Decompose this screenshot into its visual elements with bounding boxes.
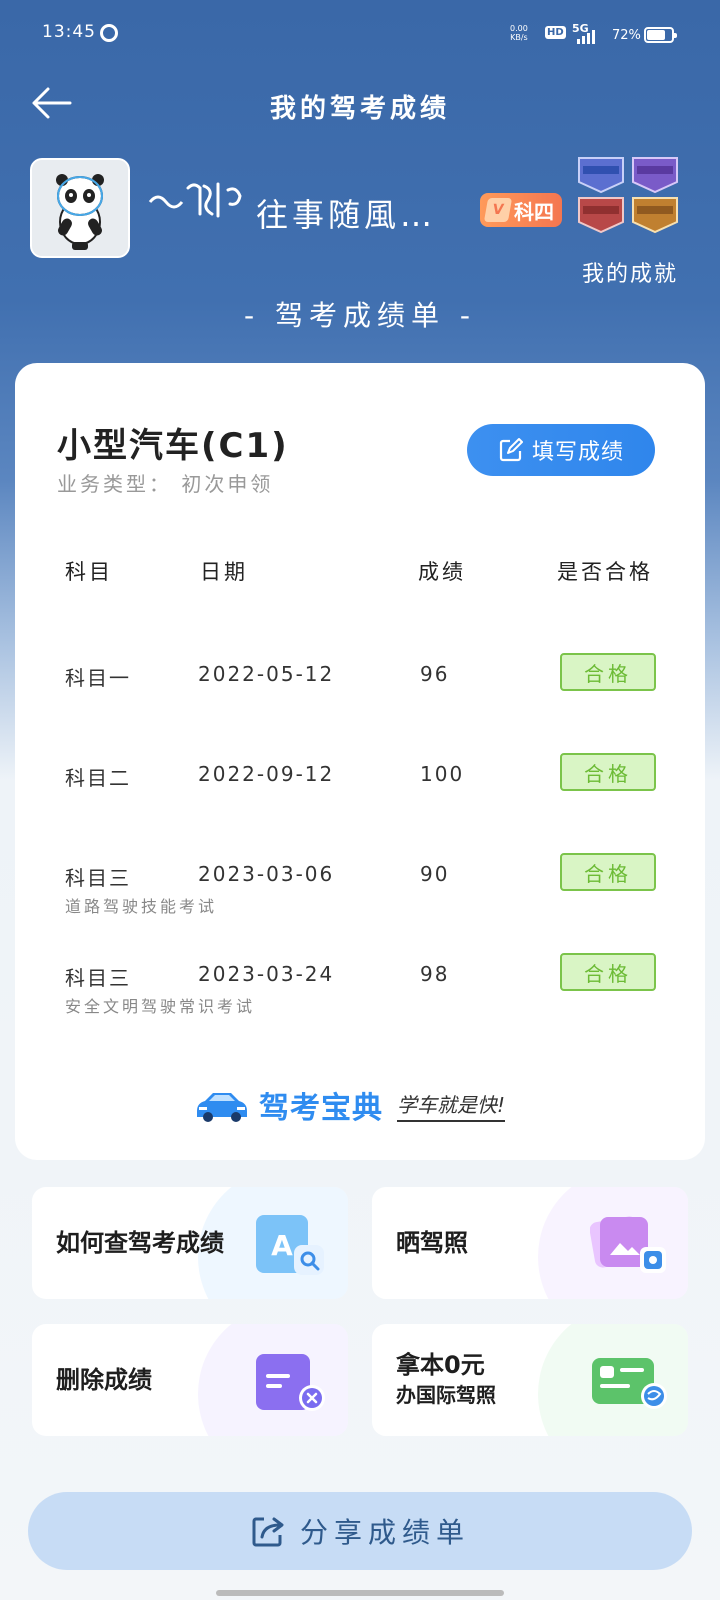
row-1-subject: 科目一 <box>65 666 131 690</box>
row-4-subject: 科目三 <box>65 966 131 990</box>
net-speed: 0.00 KB/s <box>510 24 528 42</box>
fill-score-button[interactable]: 填写成绩 <box>467 424 655 476</box>
svg-text:A: A <box>271 1229 293 1262</box>
username: 往事随風… <box>256 196 437 234</box>
achievements-link[interactable]: 我的成就 <box>575 256 685 288</box>
fill-score-label: 填写成绩 <box>531 440 624 465</box>
col-score: 成绩 <box>418 560 466 584</box>
row-2-subject: 科目二 <box>65 766 131 790</box>
row-1-score: 96 <box>420 662 450 686</box>
level-badge-text: 科四 <box>514 199 554 224</box>
col-result: 是否合格 <box>557 560 653 584</box>
tibetan-ornament-icon <box>148 182 242 218</box>
tile-international-license[interactable]: 拿本0元 办国际驾照 <box>372 1324 688 1436</box>
battery-icon <box>644 27 677 43</box>
app-notification-icon <box>100 24 118 42</box>
row-2-date: 2022-09-12 <box>198 762 335 786</box>
section-title: - 驾考成绩单 - <box>243 299 476 332</box>
row-4-date: 2023-03-24 <box>198 962 335 986</box>
brand-slogan: 学车就是快! <box>397 1089 506 1122</box>
tile-international-license-line2: 办国际驾照 <box>396 1383 496 1407</box>
row-3-subject: 科目三 <box>65 866 131 890</box>
share-score-label: 分享成绩单 <box>299 1516 470 1549</box>
brand-logo: 驾考宝典 学车就是快! <box>193 1080 506 1130</box>
panda-mascot-icon <box>32 160 128 256</box>
col-date: 日期 <box>200 560 248 584</box>
delete-record-icon <box>256 1354 325 1411</box>
tile-how-to-check-label: 如何查驾考成绩 <box>56 1229 224 1257</box>
tile-delete-score[interactable]: 删除成绩 <box>32 1324 348 1436</box>
row-2-score: 100 <box>420 762 465 786</box>
row-3-note: 道路驾驶技能考试 <box>65 897 218 916</box>
share-icon <box>252 1517 284 1547</box>
tile-show-license-label: 晒驾照 <box>396 1229 468 1257</box>
avatar[interactable] <box>30 158 130 258</box>
share-score-button[interactable]: 分享成绩单 <box>28 1492 692 1570</box>
international-license-icon <box>592 1358 667 1409</box>
status-time: 13:45 <box>42 22 96 42</box>
col-subject: 科目 <box>65 560 113 584</box>
row-4-note: 安全文明驾驶常识考试 <box>65 997 256 1016</box>
row-3-date: 2023-03-06 <box>198 862 335 886</box>
battery-percent: 72% <box>612 28 641 43</box>
hd-icon: HD <box>545 26 566 39</box>
tile-international-license-label: 拿本0元 办国际驾照 <box>396 1324 496 1436</box>
photo-share-icon <box>590 1216 666 1273</box>
page-title: 我的驾考成绩 <box>269 94 450 124</box>
row-3-score: 90 <box>420 862 450 886</box>
row-3-pass-badge: 合格 <box>560 853 656 891</box>
row-4-pass-badge: 合格 <box>560 953 656 991</box>
signal-icon <box>577 30 595 44</box>
row-1-date: 2022-05-12 <box>198 662 335 686</box>
achievement-medals-icon[interactable] <box>575 152 685 237</box>
row-4-score: 98 <box>420 962 450 986</box>
car-logo-icon <box>197 1093 247 1122</box>
business-type: 业务类型： 初次申领 <box>57 472 274 496</box>
car-type: 小型汽车(C1) <box>57 426 289 466</box>
edit-icon <box>499 438 523 462</box>
status-bar: 13:45 0.00 KB/s HD 5G 72% <box>0 0 720 70</box>
net-speed-unit: KB/s <box>510 33 528 42</box>
tile-show-license[interactable]: 晒驾照 <box>372 1187 688 1299</box>
tile-how-to-check[interactable]: 如何查驾考成绩 A <box>32 1187 348 1299</box>
net-speed-value: 0.00 <box>510 24 528 33</box>
row-2-pass-badge: 合格 <box>560 753 656 791</box>
document-search-icon: A <box>256 1215 324 1275</box>
tile-international-license-line1: 拿本0元 <box>396 1351 485 1379</box>
home-indicator[interactable] <box>216 1590 504 1596</box>
vip-icon: V <box>483 198 513 222</box>
level-badge: V 科四 <box>480 193 562 227</box>
brand-name: 驾考宝典 <box>259 1091 383 1126</box>
row-1-pass-badge: 合格 <box>560 653 656 691</box>
tile-delete-score-label: 删除成绩 <box>56 1366 152 1394</box>
